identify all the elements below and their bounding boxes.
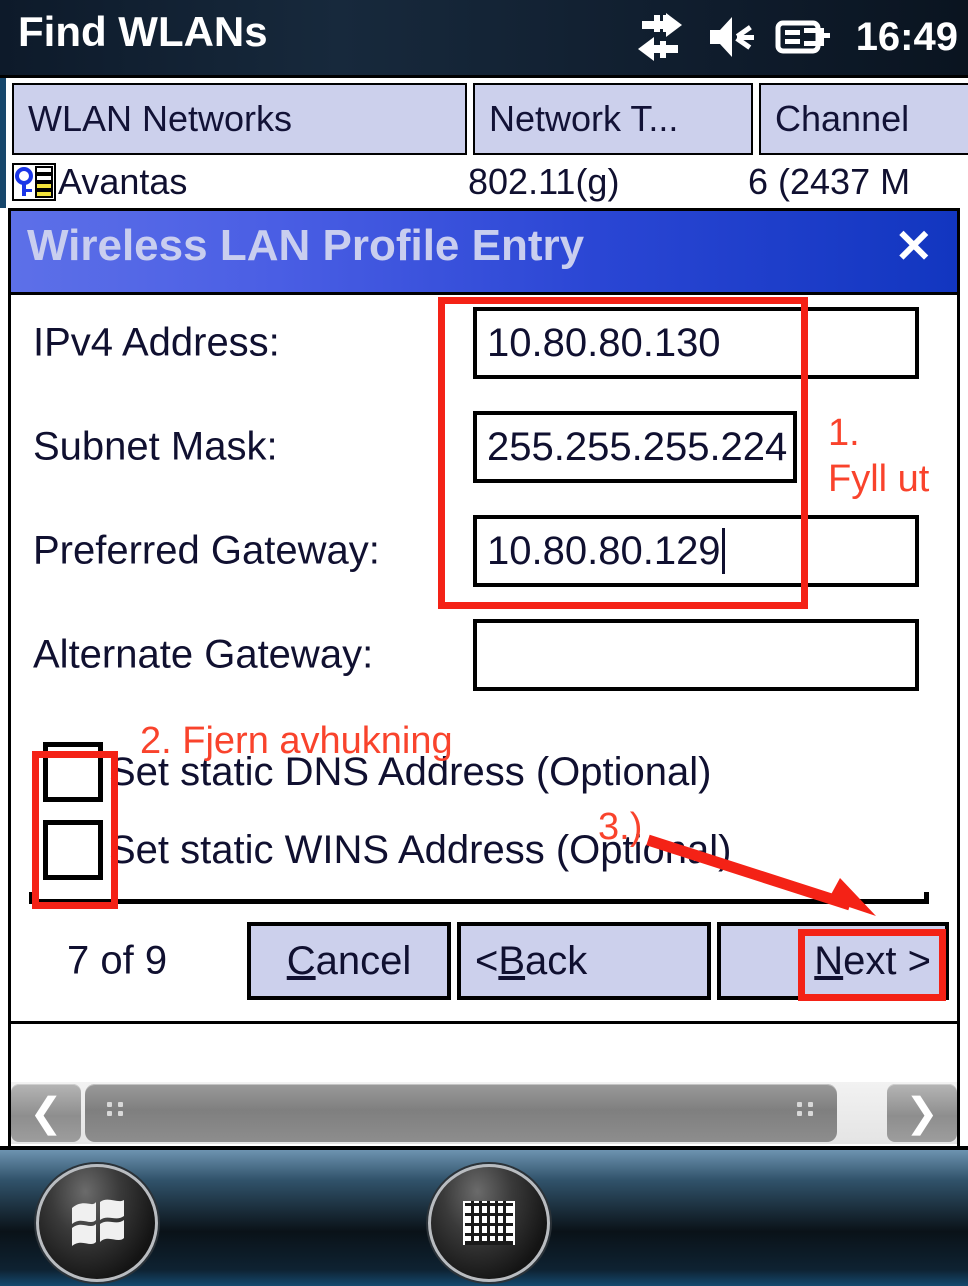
dialog-title: Wireless LAN Profile Entry (27, 221, 585, 270)
text-cursor (721, 528, 725, 574)
battery-charging-icon[interactable] (774, 13, 836, 61)
system-tray: 16:49 (632, 6, 958, 68)
close-icon[interactable]: ✕ (894, 223, 933, 269)
column-header-networks[interactable]: WLAN Networks (12, 83, 467, 155)
column-header-channel[interactable]: Channel (759, 83, 968, 155)
footer-divider (29, 892, 929, 904)
taskbar (0, 1146, 968, 1286)
subnet-mask-label: Subnet Mask: (33, 424, 278, 469)
field-row-alternate-gateway: Alternate Gateway: (11, 607, 957, 703)
os-title-bar: Find WLANs 16:49 (0, 0, 968, 78)
app-title: Find WLANs (18, 8, 268, 55)
field-row-ipv4: IPv4 Address: 10.80.80.130 (11, 295, 957, 391)
table-row[interactable]: Avantas 802.11(g) 6 (2437 M (12, 158, 968, 206)
connectivity-arrows-icon[interactable] (632, 9, 688, 65)
row-network-name: Avantas (58, 161, 188, 202)
secured-network-icon (12, 163, 56, 201)
field-row-preferred-gateway: Preferred Gateway: 10.80.80.129 (11, 503, 957, 599)
field-row-subnet: Subnet Mask: 255.255.255.224 (11, 399, 957, 495)
horizontal-scroll-area: ❮ ❯ (8, 1024, 960, 1146)
scrollbar-thumb[interactable] (85, 1084, 837, 1142)
keyboard-button[interactable] (428, 1164, 550, 1282)
page-counter: 7 of 9 (67, 938, 168, 983)
alternate-gateway-label: Alternate Gateway: (33, 632, 374, 677)
scroll-left-button[interactable]: ❮ (11, 1084, 81, 1142)
back-button[interactable]: < Back (457, 922, 711, 1000)
ipv4-address-input[interactable]: 10.80.80.130 (473, 307, 919, 379)
preferred-gateway-value: 10.80.80.129 (487, 528, 721, 573)
next-button[interactable]: Next > (717, 922, 949, 1000)
back-button-accel: B (498, 938, 526, 983)
cancel-button-accel: C (286, 938, 316, 983)
checkbox-row-wins[interactable]: Set static WINS Address (Optional) (11, 811, 731, 889)
start-button[interactable] (36, 1164, 158, 1282)
horizontal-scrollbar[interactable]: ❮ ❯ (11, 1082, 957, 1144)
back-button-label: ack (525, 938, 588, 983)
keyboard-icon (463, 1201, 515, 1245)
next-button-accel: N (814, 938, 844, 983)
static-wins-label: Set static WINS Address (Optional) (109, 827, 732, 872)
cancel-button[interactable]: Cancel (247, 922, 451, 1000)
clock: 16:49 (855, 15, 958, 59)
windows-flag-icon (72, 1199, 124, 1246)
back-button-prefix: < (475, 938, 499, 983)
subnet-mask-input[interactable]: 255.255.255.224 (473, 411, 797, 483)
alternate-gateway-input[interactable] (473, 619, 919, 691)
static-dns-checkbox[interactable] (43, 742, 103, 802)
next-button-label: ext > (843, 938, 931, 983)
scroll-right-button[interactable]: ❯ (887, 1084, 957, 1142)
speaker-mute-icon[interactable] (704, 10, 758, 64)
row-channel: 6 (2437 M (748, 161, 911, 202)
cancel-button-label: ancel (315, 938, 412, 983)
dialog-title-bar: Wireless LAN Profile Entry ✕ (11, 211, 957, 295)
checkbox-row-dns[interactable]: Set static DNS Address (Optional) (11, 733, 711, 811)
wlan-list: WLAN Networks Network T... Channel Avant… (0, 78, 968, 208)
grip-dots-left-icon (107, 1102, 125, 1124)
wireless-lan-profile-dialog: Wireless LAN Profile Entry ✕ IPv4 Addres… (8, 208, 960, 1024)
dialog-body: IPv4 Address: 10.80.80.130 Subnet Mask: … (11, 295, 957, 1021)
column-header-network-type[interactable]: Network T... (473, 83, 753, 155)
wlan-list-header: WLAN Networks Network T... Channel (12, 83, 968, 155)
preferred-gateway-input[interactable]: 10.80.80.129 (473, 515, 919, 587)
static-dns-label: Set static DNS Address (Optional) (109, 749, 712, 794)
row-network-type: 802.11(g) (468, 161, 620, 202)
static-wins-checkbox[interactable] (43, 820, 103, 880)
grip-dots-right-icon (797, 1102, 815, 1124)
dialog-footer: 7 of 9 Cancel < Back Next > (11, 915, 957, 1007)
preferred-gateway-label: Preferred Gateway: (33, 528, 380, 573)
device-screen: Find WLANs 16:49 WLAN Networks Network T… (0, 0, 968, 1286)
ipv4-address-label: IPv4 Address: (33, 320, 280, 365)
